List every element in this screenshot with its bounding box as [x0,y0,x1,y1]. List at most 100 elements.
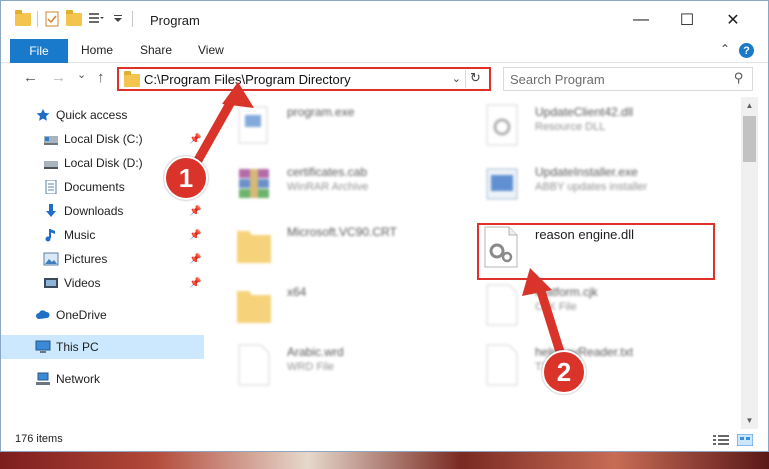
file-name: Arabic.wrd [287,345,344,359]
file-explorer-window: Program — ☐ ✕ File Home Share View ⌃ ? ←… [0,0,769,452]
folder-icon [237,291,271,323]
file-name: certificates.cab [287,165,368,179]
file-type: Resource DLL [535,121,606,133]
sidebar-item-downloads[interactable]: Downloads 📌 [1,199,204,223]
installer-icon [486,168,518,200]
tab-view[interactable]: View [198,43,224,57]
sidebar-item-label: Documents [64,180,125,194]
item-count: 176 items [15,433,63,445]
sidebar-item-videos[interactable]: Videos 📌 [1,271,204,295]
file-icon [486,284,518,326]
tab-share[interactable]: Share [140,43,172,57]
sidebar-item-pictures[interactable]: Pictures 📌 [1,247,204,271]
drive-icon [44,136,58,145]
sidebar-item-quick-access[interactable]: Quick access [1,103,204,127]
help-icon[interactable]: ? [739,43,754,58]
file-icon [238,344,270,386]
sidebar-item-label: Downloads [64,204,124,218]
pin-icon: 📌 [189,133,202,145]
tab-home[interactable]: Home [81,43,113,57]
scroll-down-icon[interactable]: ▼ [741,412,758,429]
sidebar-item-music[interactable]: Music 📌 [1,223,204,247]
maximize-button[interactable]: ☐ [664,1,710,39]
file-type: WRD File [287,361,335,373]
file-item[interactable]: program.exe [235,103,455,153]
toolbar-divider [132,11,133,27]
quick-access-toolbar [15,9,133,27]
sidebar-item-onedrive[interactable]: OneDrive [1,303,204,327]
file-item[interactable]: UpdateInstaller.exe ABBY updates install… [483,163,723,213]
ribbon-tabs: File Home Share View ⌃ ? [1,39,768,63]
file-type: CJK File [535,301,577,313]
properties-icon[interactable] [44,11,60,27]
title-bar: Program — ☐ ✕ [1,1,768,39]
window-title: Program [150,13,200,28]
refresh-button[interactable]: ↻ [465,70,485,88]
file-name: x64 [287,285,307,299]
tab-file[interactable]: File [10,39,68,63]
search-input[interactable] [510,71,720,87]
vertical-scrollbar[interactable]: ▲ ▼ [741,97,758,429]
customize-toolbar-icon[interactable] [88,11,104,27]
navigation-pane: Quick access Local Disk (C:) 📌 Local Dis… [1,97,204,429]
address-dropdown-icon[interactable]: ⌄ [452,72,461,85]
up-button[interactable]: ↑ [97,69,105,86]
sidebar-item-label: Pictures [64,252,108,266]
search-icon[interactable]: ⚲ [734,70,744,86]
download-icon [46,204,56,217]
search-box[interactable]: ⚲ [503,67,753,91]
close-button[interactable]: ✕ [710,1,756,39]
file-name: Microsoft.VC90.CRT [287,225,397,239]
dll-icon [486,104,518,146]
step-1-badge: 1 [164,156,208,200]
dropdown-icon[interactable] [110,11,126,27]
file-item[interactable]: x64 [235,283,455,333]
navigation-bar: ← → ⌄ ↑ C:\Program Files\Program Directo… [1,63,768,95]
file-name: Platform.cjk [535,285,598,299]
file-item[interactable]: certificates.cab WinRAR Archive [235,163,455,213]
sidebar-item-this-pc[interactable]: This PC [1,335,204,359]
sidebar-item-label: Music [64,228,96,242]
music-icon [45,229,55,242]
recent-locations-button[interactable]: ⌄ [77,68,86,81]
desktop-background [0,452,769,469]
scroll-thumb[interactable] [743,116,756,162]
documents-icon [45,180,57,194]
file-item[interactable]: Arabic.wrd WRD File [235,343,455,393]
address-path[interactable]: C:\Program Files\Program Directory [144,72,351,87]
file-item[interactable]: helpKeyReader.txt TXT File [483,343,723,393]
minimize-button[interactable]: — [618,1,664,39]
pictures-icon [43,252,59,266]
sidebar-item-label: This PC [56,340,99,354]
step-2-badge: 2 [542,350,586,394]
toolbar-divider [37,11,38,27]
star-icon [36,108,50,121]
details-view-icon[interactable] [713,434,729,446]
scroll-up-icon[interactable]: ▲ [741,97,758,114]
folder-icon [124,71,140,87]
file-highlight-frame [477,223,715,280]
sidebar-item-local-disk-c[interactable]: Local Disk (C:) 📌 [1,127,204,151]
file-item[interactable]: Microsoft.VC90.CRT [235,223,455,273]
back-button[interactable]: ← [23,69,38,86]
address-bar[interactable]: C:\Program Files\Program Directory ⌄ ↻ [117,67,491,91]
sidebar-item-label: Local Disk (D:) [64,156,143,170]
file-item[interactable]: Platform.cjk CJK File [483,283,723,333]
cloud-icon [36,310,50,319]
sidebar-item-network[interactable]: Network [1,367,204,391]
folder-icon [237,231,271,263]
forward-button[interactable]: → [51,69,66,86]
file-name: UpdateClient42.dll [535,105,634,119]
new-folder-icon[interactable] [66,9,82,26]
network-icon [36,372,50,385]
file-item[interactable]: UpdateClient42.dll Resource DLL [483,103,723,153]
sidebar-item-label: Network [56,372,101,386]
large-icons-view-icon[interactable] [737,434,753,446]
exe-icon [238,106,268,144]
archive-icon [239,169,269,198]
pin-icon: 📌 [189,229,202,241]
collapse-ribbon-icon[interactable]: ⌃ [720,42,730,56]
computer-icon [35,340,51,353]
file-icon [486,344,518,386]
sidebar-item-label: Quick access [56,108,128,122]
